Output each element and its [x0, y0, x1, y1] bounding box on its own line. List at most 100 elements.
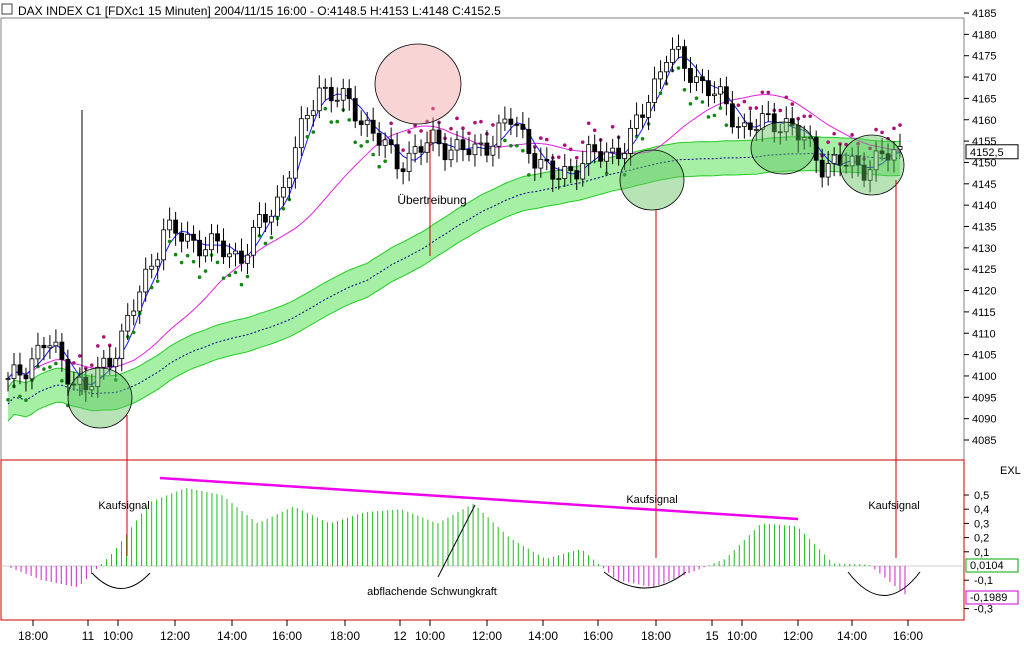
candle-body	[161, 229, 167, 261]
candle-body	[119, 330, 125, 360]
sar-dot	[263, 241, 268, 246]
candle-body	[53, 341, 59, 347]
sar-dot	[694, 96, 699, 100]
sar-dot	[580, 140, 585, 144]
sar-dot	[42, 367, 46, 371]
price-y-tick-label: 4090	[972, 414, 996, 426]
chart-window: DAX INDEX C1 [FDXc1 15 Minuten] 2004/11/…	[0, 0, 1024, 659]
sar-dot	[6, 398, 10, 402]
candle-body	[484, 142, 490, 156]
sar-dot	[155, 279, 160, 283]
candle-body	[280, 186, 286, 198]
sar-dot	[359, 144, 364, 148]
candle-body	[694, 76, 699, 83]
indicator-y-tick-label: 0,2	[974, 533, 989, 545]
candle-body	[364, 119, 370, 125]
sar-dot	[95, 344, 100, 348]
candle-body	[412, 146, 418, 154]
sar-dot	[419, 129, 423, 133]
sar-dot	[544, 137, 549, 142]
sar-dot	[521, 148, 525, 153]
candle-body	[334, 99, 340, 102]
candle-body	[568, 166, 574, 172]
x-tick-label: 14:00	[217, 629, 247, 643]
candle-body	[574, 170, 580, 180]
indicator-value-label: 0,0104	[970, 560, 1004, 572]
sar-dot	[568, 147, 573, 152]
candle-body	[418, 146, 424, 153]
price-y-tick-label: 4125	[972, 264, 996, 276]
signal-highlight-circle	[374, 43, 462, 125]
sar-dot	[467, 131, 471, 136]
window-title-text: DAX INDEX C1 [FDXc1 15 Minuten] 2004/11/…	[18, 4, 501, 18]
x-tick-label: 18:00	[641, 629, 671, 643]
price-y-tick-label: 4185	[972, 8, 996, 20]
sar-dot	[892, 126, 896, 131]
sar-dot	[826, 140, 830, 144]
x-tick-label: 15	[705, 629, 719, 643]
sar-dot	[353, 140, 358, 145]
sar-dot	[191, 259, 196, 264]
candle-body	[556, 178, 562, 180]
sar-dot	[766, 90, 771, 95]
sar-dot	[221, 276, 226, 280]
candle-body	[628, 127, 634, 154]
indicator-y-tick-label: -0,1	[974, 575, 993, 587]
sar-dot	[808, 114, 813, 118]
sar-dot	[197, 275, 202, 279]
annotation-kaufsignal: Kaufsignal	[868, 500, 919, 512]
x-tick-label: 18:00	[330, 629, 360, 643]
sar-dot	[407, 130, 411, 134]
sar-dot	[562, 143, 567, 147]
candle-body	[370, 119, 376, 134]
candle-body	[562, 166, 568, 179]
candle-body	[221, 240, 226, 258]
candle-body	[436, 129, 442, 145]
sar-dot	[329, 120, 334, 124]
window-menu-icon[interactable]	[1, 3, 13, 15]
candle-body	[209, 233, 214, 251]
candle-body	[825, 163, 831, 178]
candle-body	[113, 358, 119, 368]
price-y-tick-label: 4160	[972, 115, 996, 127]
candle-body	[191, 233, 196, 241]
sar-dot	[509, 143, 513, 148]
x-tick-label: 16:00	[583, 629, 613, 643]
x-tick-label: 10:00	[415, 629, 445, 643]
candle-body	[430, 129, 436, 144]
x-tick-label: 14:00	[528, 629, 558, 643]
candle-body	[29, 358, 35, 380]
candle-body	[233, 250, 238, 255]
sar-dot	[131, 330, 136, 335]
candle-body	[592, 144, 598, 153]
sar-dot	[610, 124, 615, 129]
price-y-tick-label: 4100	[972, 371, 996, 383]
candle-body	[203, 249, 208, 257]
sar-dot	[479, 119, 483, 124]
sar-dot	[491, 123, 495, 127]
candle-body	[747, 122, 753, 130]
sar-dot	[682, 87, 687, 92]
candle-body	[316, 87, 322, 112]
price-y-tick-label: 4120	[972, 286, 996, 298]
signal-highlight-circle	[750, 121, 816, 175]
x-tick-label: 16:00	[893, 629, 923, 643]
indicator-y-tick-label: 0,3	[974, 518, 989, 530]
candle-body	[622, 153, 628, 160]
x-tick-label: 12:00	[472, 629, 502, 643]
candle-body	[41, 344, 47, 349]
candle-body	[358, 120, 364, 125]
candle-body	[292, 147, 298, 179]
sar-dot	[461, 126, 465, 131]
price-y-tick-label: 4170	[972, 72, 996, 84]
candle-body	[239, 250, 244, 264]
price-y-tick-label: 4140	[972, 200, 996, 212]
candle-body	[550, 160, 556, 180]
chart-svg[interactable]: DAX INDEX C1 [FDXc1 15 Minuten] 2004/11/…	[0, 0, 1024, 659]
indicator-value-label: -0,1989	[970, 592, 1007, 604]
sar-dot	[760, 90, 765, 95]
candle-body	[65, 359, 71, 385]
sar-dot	[383, 159, 387, 163]
signal-highlight-circle	[839, 134, 905, 196]
sar-dot	[850, 133, 854, 137]
